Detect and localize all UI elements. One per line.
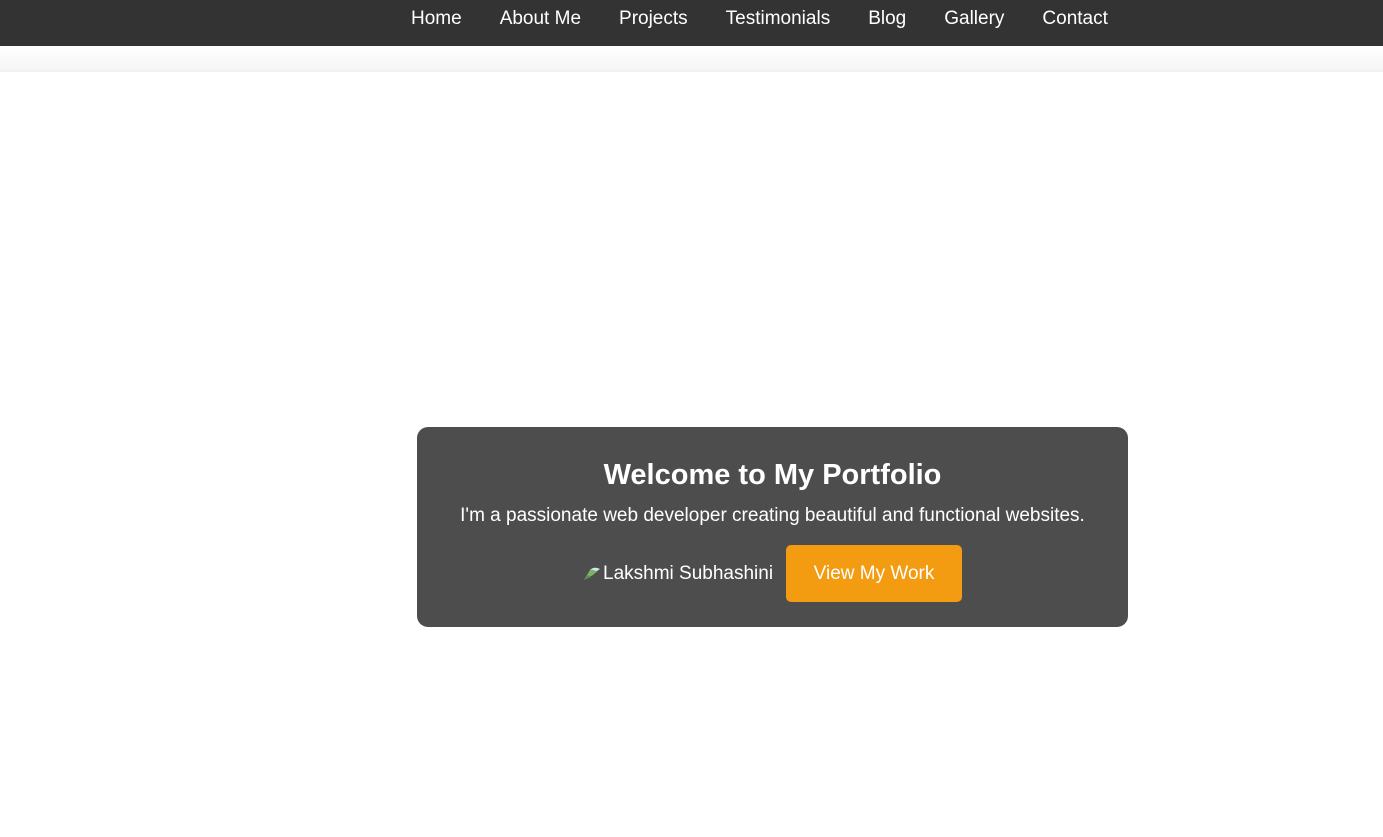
view-my-work-button[interactable]: View My Work [786,545,962,602]
nav-item-projects: Projects [600,8,707,30]
top-navbar: Home About Me Projects Testimonials Blog… [0,0,1383,46]
nav-item-testimonials: Testimonials [707,8,850,30]
navbar-shadow [0,46,1383,72]
nav-link-blog[interactable]: Blog [849,8,925,29]
profile-image: Lakshmi Subhashini [583,563,780,585]
nav-item-contact: Contact [1023,8,1126,30]
nav-link-gallery[interactable]: Gallery [925,8,1023,29]
nav-link-about[interactable]: About Me [481,8,600,29]
profile-image-alt-text: Lakshmi Subhashini [603,562,774,584]
nav-item-gallery: Gallery [925,8,1023,30]
nav-menu: Home About Me Projects Testimonials Blog… [392,0,1127,37]
nav-link-contact[interactable]: Contact [1023,8,1126,29]
nav-link-projects[interactable]: Projects [600,8,707,29]
nav-item-home: Home [392,8,481,30]
hero-title: Welcome to My Portfolio [603,459,942,491]
hero-card: Welcome to My Portfolio I'm a passionate… [417,427,1128,627]
nav-link-testimonials[interactable]: Testimonials [707,8,850,29]
hero-subtitle: I'm a passionate web developer creating … [460,505,1085,526]
broken-image-icon [584,567,600,580]
hero-actions: Lakshmi Subhashini View My Work [417,545,1128,602]
nav-link-home[interactable]: Home [392,8,481,29]
nav-item-blog: Blog [849,8,925,30]
nav-item-about: About Me [481,8,600,30]
